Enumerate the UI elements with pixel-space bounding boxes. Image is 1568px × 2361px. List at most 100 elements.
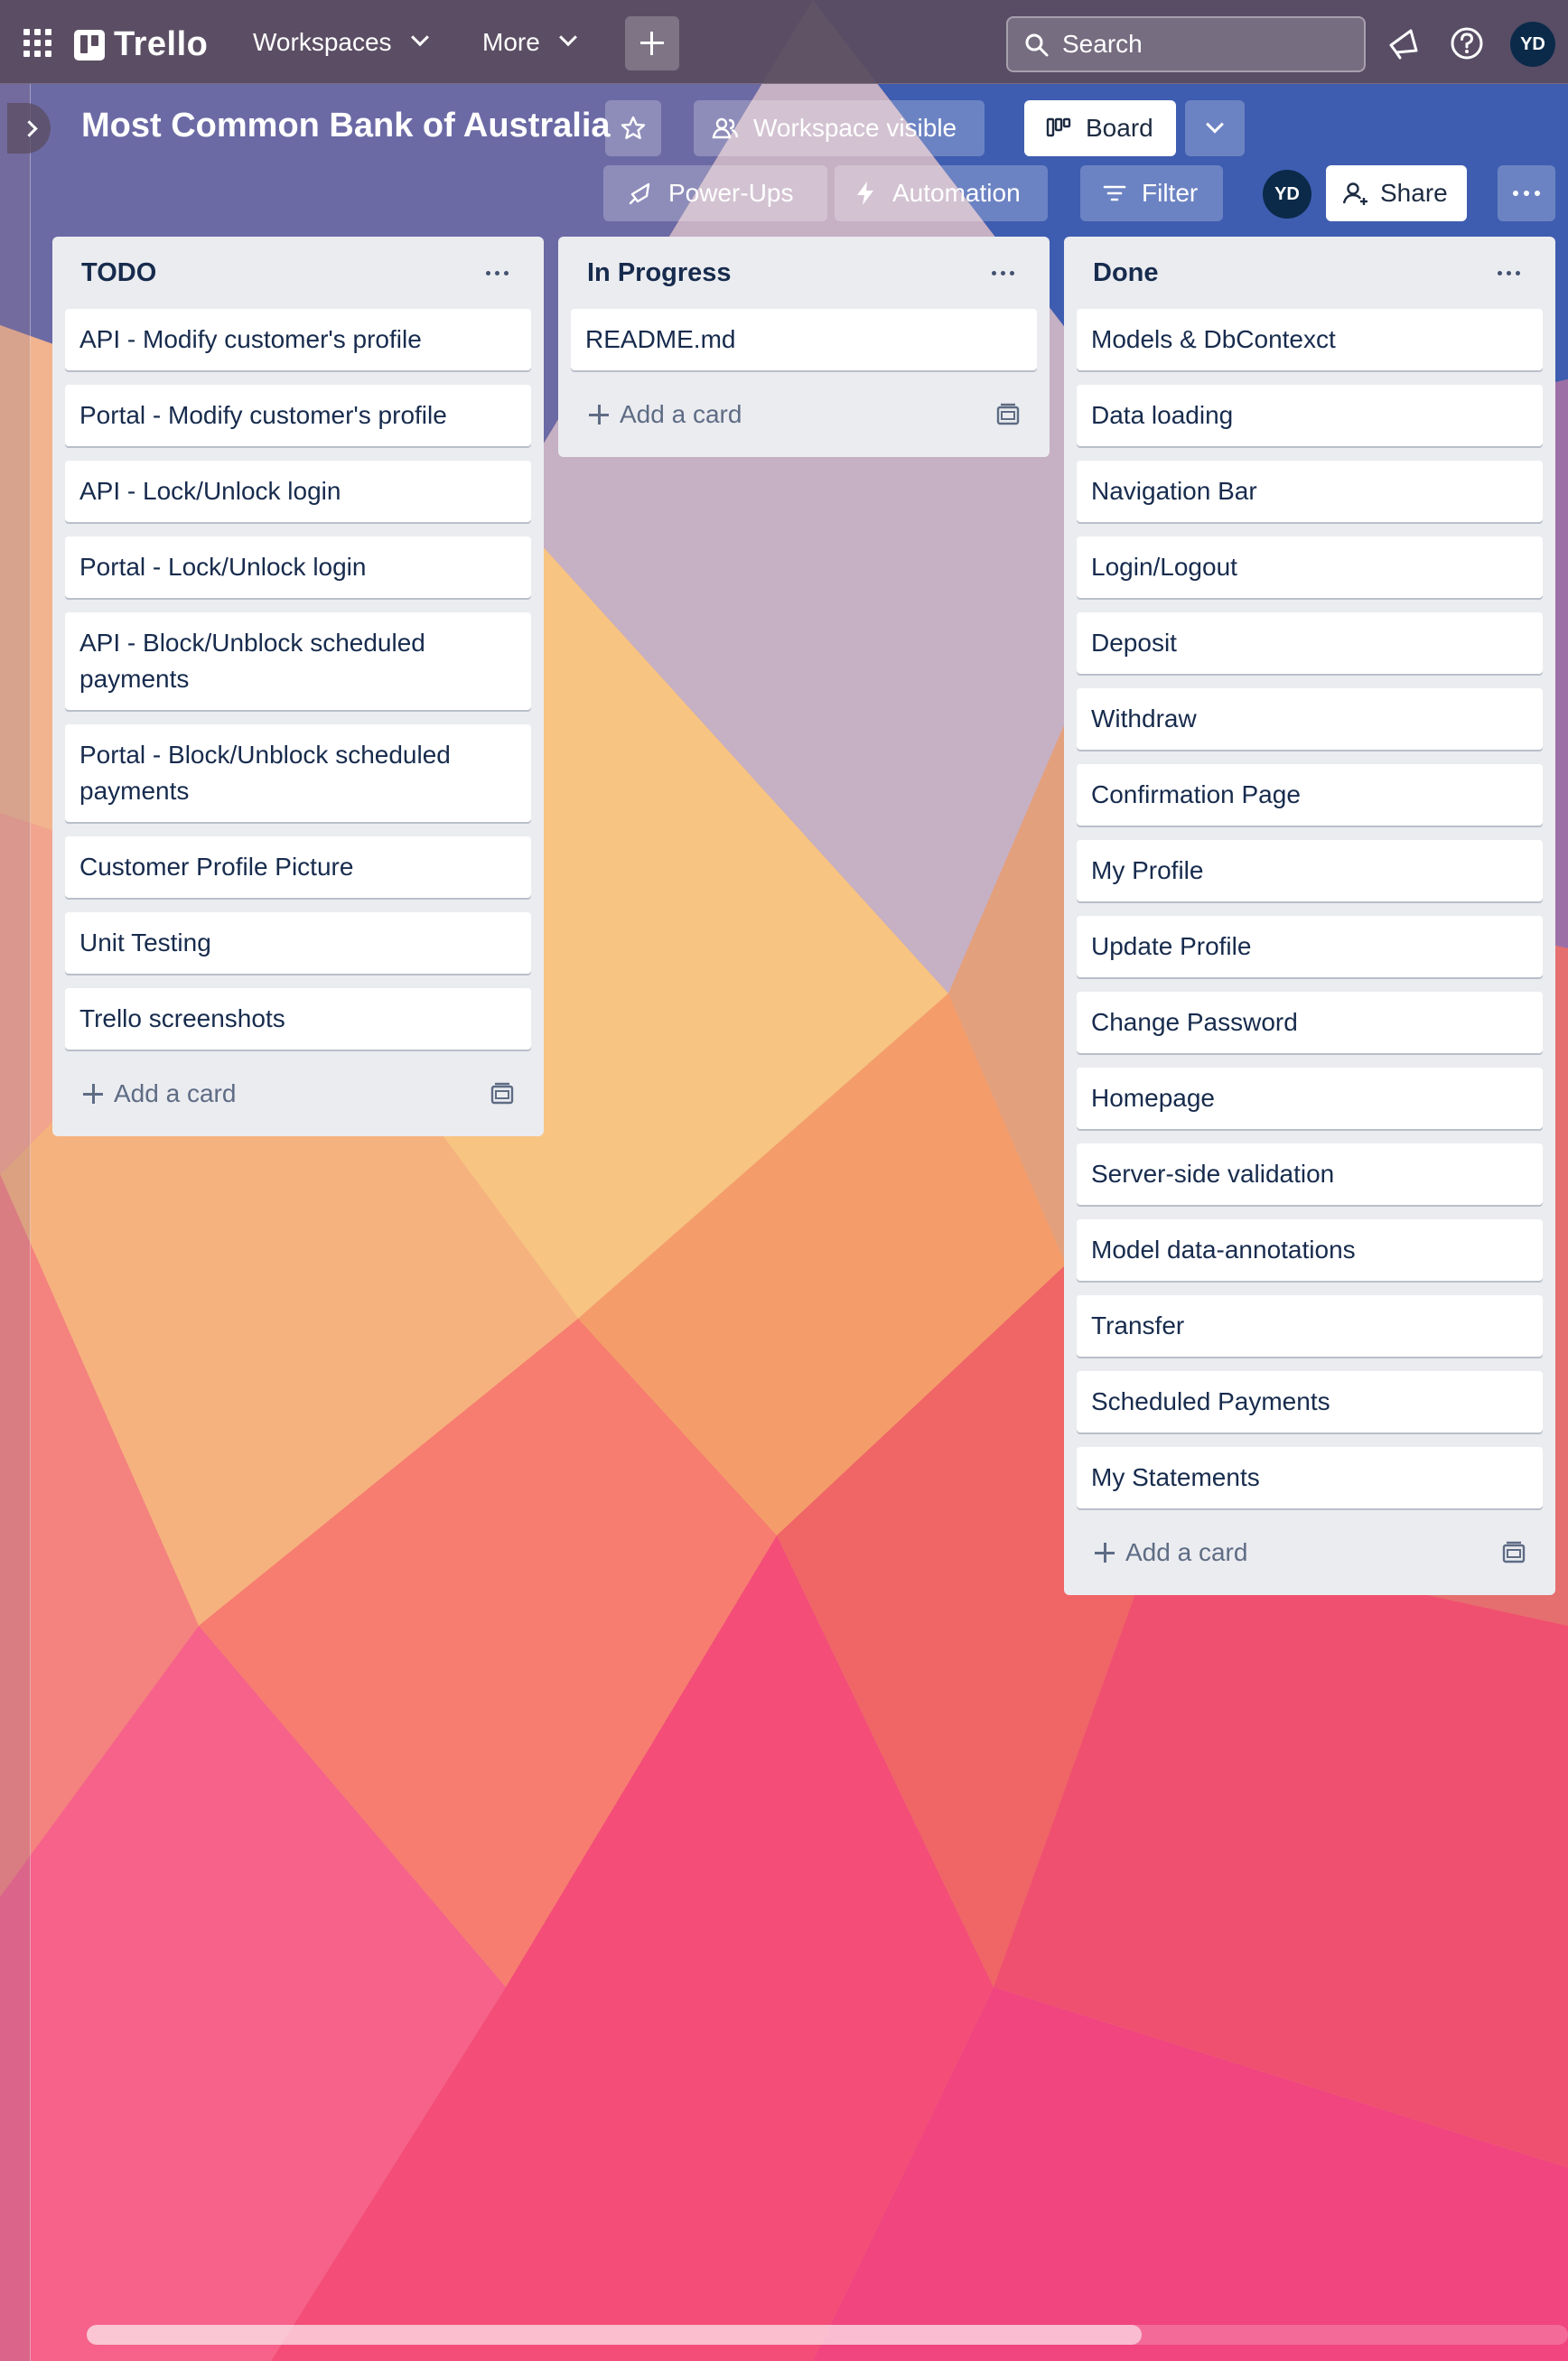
card[interactable]: Scheduled Payments [1077,1371,1543,1432]
power-ups-button[interactable]: Power-Ups [603,165,827,221]
help-icon[interactable] [1447,23,1487,63]
card[interactable]: README.md [571,309,1037,370]
chevron-down-icon [410,28,429,47]
card-title: Login/Logout [1091,553,1237,581]
card[interactable]: Deposit [1077,612,1543,674]
card[interactable]: API - Block/Unblock scheduled payments [65,612,531,710]
megaphone-icon[interactable] [1384,23,1423,63]
board-view-button[interactable]: Board [1024,100,1176,156]
template-icon[interactable] [1501,1540,1526,1565]
add-card-button[interactable]: Add a card [1095,1538,1247,1567]
card-title: Portal - Modify customer's profile [79,401,447,429]
more-menu[interactable]: More [475,22,582,63]
power-ups-label: Power-Ups [668,179,794,207]
card[interactable]: My Statements [1077,1447,1543,1508]
list-title[interactable]: Done [1093,258,1159,288]
search-input[interactable] [1062,30,1333,59]
view-switcher-button[interactable] [1185,100,1245,156]
automation-button[interactable]: Automation [835,165,1048,221]
visibility-button[interactable]: Workspace visible [694,100,985,156]
card[interactable]: Confirmation Page [1077,764,1543,826]
card-list: Models & DbContexct Data loading Navigat… [1077,309,1543,1508]
card[interactable]: Data loading [1077,385,1543,446]
trello-logo[interactable]: Trello [74,25,208,64]
card-title: Transfer [1091,1311,1185,1339]
list-menu-icon[interactable] [985,259,1021,286]
board-icon [1046,117,1071,137]
automation-label: Automation [892,179,1021,207]
card[interactable]: Portal - Block/Unblock scheduled payment… [65,724,531,822]
card[interactable]: Login/Logout [1077,537,1543,598]
template-icon[interactable] [995,402,1021,427]
workspaces-menu[interactable]: Workspaces [246,22,434,63]
share-button[interactable]: Share [1326,165,1467,221]
filter-icon [1103,185,1126,201]
card-title: Server-side validation [1091,1160,1335,1188]
more-label: More [482,28,540,56]
add-person-icon [1342,182,1367,205]
card[interactable]: Transfer [1077,1295,1543,1357]
list-todo: TODO API - Modify customer's profile Por… [52,237,544,1136]
create-button[interactable] [625,16,679,70]
chevron-down-icon [1206,115,1224,134]
card[interactable]: Change Password [1077,992,1543,1053]
card-title: Update Profile [1091,932,1252,960]
visibility-label: Workspace visible [753,114,957,142]
card[interactable]: Navigation Bar [1077,461,1543,522]
share-label: Share [1380,179,1448,207]
card-title: Change Password [1091,1008,1298,1036]
card[interactable]: Customer Profile Picture [65,836,531,898]
add-card-label: Add a card [1125,1538,1248,1566]
list-menu-icon[interactable] [1490,259,1526,286]
filter-button[interactable]: Filter [1080,165,1223,221]
add-card-button[interactable]: Add a card [589,400,742,429]
top-navigation: Trello Workspaces More YD [0,0,1568,84]
card[interactable]: My Profile [1077,840,1543,901]
card-title: README.md [585,325,736,353]
plus-icon [83,1084,103,1104]
card[interactable]: Withdraw [1077,688,1543,750]
card[interactable]: Update Profile [1077,916,1543,977]
card-list: README.md [571,309,1037,370]
list-footer: Add a card [65,1064,531,1124]
list-footer: Add a card [571,385,1037,444]
sidebar-rail [0,84,31,2361]
apps-grid-icon[interactable] [22,27,54,60]
card[interactable]: API - Modify customer's profile [65,309,531,370]
card-title: My Statements [1091,1463,1260,1491]
card[interactable]: Models & DbContexct [1077,309,1543,370]
list-menu-icon[interactable] [479,259,515,286]
list-title[interactable]: In Progress [587,258,732,288]
card-title: Scheduled Payments [1091,1387,1330,1415]
workspaces-label: Workspaces [253,28,392,56]
card[interactable]: Server-side validation [1077,1143,1543,1205]
add-card-button[interactable]: Add a card [83,1079,236,1108]
card-title: Deposit [1091,629,1177,657]
list-in-progress: In Progress README.md Add a card [558,237,1050,457]
lightning-icon [857,182,873,205]
card[interactable]: API - Lock/Unlock login [65,461,531,522]
user-avatar[interactable]: YD [1510,22,1555,67]
search-box[interactable] [1006,16,1366,72]
card[interactable]: Model data-annotations [1077,1219,1543,1281]
list-header: Done [1077,237,1543,309]
card[interactable]: Trello screenshots [65,988,531,1050]
card[interactable]: Portal - Lock/Unlock login [65,537,531,598]
card-title: Unit Testing [79,929,211,957]
card[interactable]: Unit Testing [65,912,531,974]
list-title[interactable]: TODO [81,258,156,288]
card[interactable]: Homepage [1077,1068,1543,1129]
card-title: Navigation Bar [1091,477,1257,505]
template-icon[interactable] [490,1081,515,1106]
add-card-label: Add a card [114,1079,237,1107]
board-member-avatar[interactable]: YD [1263,170,1311,219]
star-button[interactable] [605,100,661,156]
people-icon [712,117,739,139]
card[interactable]: Portal - Modify customer's profile [65,385,531,446]
horizontal-scrollbar[interactable] [87,2325,1142,2345]
list-header: In Progress [571,237,1037,309]
board-title[interactable]: Most Common Bank of Australia [81,107,611,145]
board-view-label: Board [1086,114,1153,142]
board-menu-button[interactable] [1498,165,1555,221]
card-title: Homepage [1091,1084,1215,1112]
